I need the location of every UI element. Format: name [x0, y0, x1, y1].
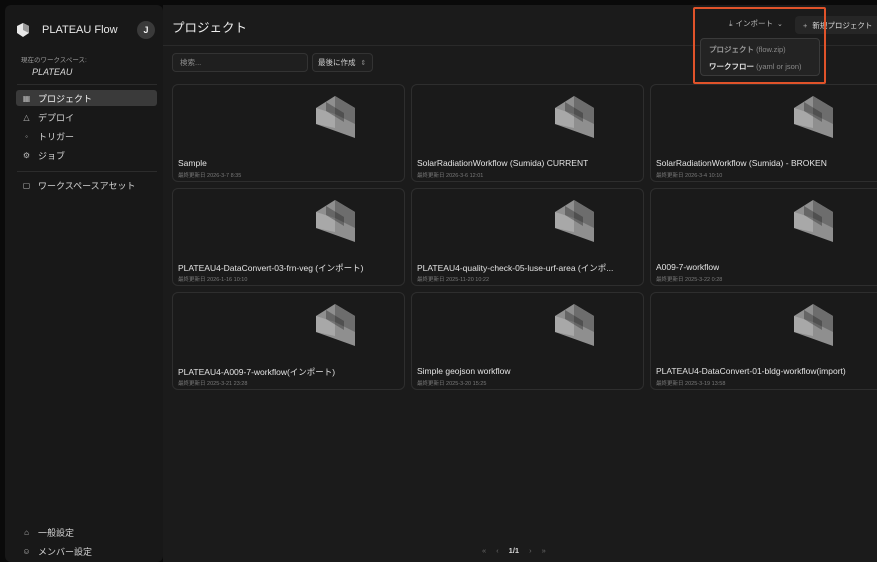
settings-icon: ⌂	[24, 527, 29, 537]
project-name: PLATEAU4-DataConvert-01-bldg-workflow(im…	[656, 366, 846, 376]
project-name: SolarRadiationWorkflow (Sumida) CURRENT	[417, 158, 589, 168]
workspace-label: 現在のワークスペース:	[21, 57, 87, 64]
page-title: プロジェクト	[172, 21, 248, 35]
project-thumbnail-icon	[316, 200, 355, 242]
project-updated: 最終更新日 2025-3-22 0:28	[656, 277, 723, 283]
project-name: PLATEAU4-DataConvert-03-frn-veg (インポート)	[178, 263, 364, 273]
project-updated: 最終更新日 2025-3-20 15:25	[417, 381, 487, 387]
sidebar-item-deploy[interactable]: △ デプロイ	[16, 109, 157, 125]
sidebar-item-jobs[interactable]: ⚙ ジョブ	[16, 147, 157, 163]
sidebar: PLATEAU Flow J 現在のワークスペース: PLATEAU ▦ プロジ…	[5, 5, 163, 562]
sidebar-item-general-settings[interactable]: ⌂ 一般設定	[16, 524, 157, 540]
project-name: Simple geojson workflow	[417, 366, 511, 376]
project-card[interactable]: Sample 最終更新日 2026-3-7 8:35	[172, 84, 405, 182]
pagination: « ‹ 1/1 › »	[477, 543, 551, 557]
first-page-button[interactable]: «	[482, 546, 486, 555]
project-thumbnail-icon	[555, 96, 594, 138]
project-thumbnail-icon	[316, 304, 355, 346]
page-indicator: 1/1	[508, 545, 520, 555]
file-icon: ▢	[22, 180, 31, 190]
project-card[interactable]: SolarRadiationWorkflow (Sumida) CURRENT 最…	[411, 84, 644, 182]
plateau-logo-icon	[17, 23, 29, 37]
sidebar-item-workspace-assets[interactable]: ▢ ワークスペースアセット	[16, 177, 157, 193]
deploy-icon: △	[23, 112, 30, 122]
project-thumbnail-icon	[794, 304, 833, 346]
chevron-updown-icon: ⇕	[360, 59, 367, 67]
project-thumbnail-icon	[316, 96, 355, 138]
project-name: Sample	[178, 158, 207, 168]
project-thumbnail-icon	[794, 200, 833, 242]
sort-value: 最後に作成	[318, 58, 356, 67]
project-name: SolarRadiationWorkflow (Sumida) - BROKEN	[656, 158, 827, 168]
project-updated: 最終更新日 2026-3-7 8:35	[178, 173, 242, 179]
project-updated: 最終更新日 2025-11-20 10:22	[417, 277, 490, 283]
jobs-icon: ⚙	[22, 150, 31, 160]
sidebar-item-label: プロジェクト	[38, 93, 93, 104]
project-card[interactable]: SolarRadiationWorkflow (Sumida) - BROKEN…	[650, 84, 877, 182]
sidebar-item-label: メンバー設定	[38, 546, 93, 557]
avatar[interactable]: J	[137, 21, 155, 39]
divider	[17, 84, 157, 85]
project-updated: 最終更新日 2025-3-21 23:28	[178, 381, 248, 387]
brand[interactable]: PLATEAU Flow	[15, 18, 118, 42]
sidebar-item-projects[interactable]: ▦ プロジェクト	[16, 90, 157, 106]
members-icon: ☺	[22, 546, 31, 556]
search-input[interactable]: 検索...	[172, 53, 308, 72]
sort-select[interactable]: 最後に作成 ⇕	[312, 53, 373, 72]
sidebar-item-triggers[interactable]: ◦ トリガー	[16, 128, 157, 144]
project-card[interactable]: PLATEAU4-quality-check-05-luse-urf-area …	[411, 188, 644, 286]
grid-icon: ▦	[22, 93, 31, 103]
project-updated: 最終更新日 2026-1-16 10:10	[178, 277, 248, 283]
project-card[interactable]: PLATEAU4-DataConvert-01-bldg-workflow(im…	[650, 292, 877, 390]
project-card[interactable]: PLATEAU4-A009-7-workflow(インポート) 最終更新日 202…	[172, 292, 405, 390]
project-updated: 最終更新日 2026-3-4 10:10	[656, 173, 723, 179]
brand-name: PLATEAU Flow	[42, 24, 118, 36]
sidebar-item-label: 一般設定	[38, 527, 75, 538]
project-card[interactable]: PLATEAU4-DataConvert-03-frn-veg (インポート) 最…	[172, 188, 405, 286]
project-updated: 最終更新日 2025-3-19 13:58	[656, 381, 726, 387]
sidebar-item-label: デプロイ	[38, 112, 75, 123]
project-card[interactable]: Simple geojson workflow 最終更新日 2025-3-20 1…	[411, 292, 644, 390]
last-page-button[interactable]: »	[542, 546, 546, 555]
sidebar-item-label: トリガー	[38, 131, 75, 142]
project-thumbnail-icon	[794, 96, 833, 138]
workspace-name[interactable]: PLATEAU	[32, 67, 72, 77]
sidebar-item-label: ジョブ	[38, 150, 66, 161]
project-name: PLATEAU4-quality-check-05-luse-urf-area …	[417, 263, 614, 273]
project-updated: 最終更新日 2026-3-6 12:01	[417, 173, 484, 179]
annotation-highlight-box	[693, 7, 826, 84]
project-name: A009-7-workflow	[656, 262, 720, 272]
project-thumbnail-icon	[555, 304, 594, 346]
sidebar-item-label: ワークスペースアセット	[38, 180, 136, 191]
trigger-icon: ◦	[25, 131, 28, 141]
divider	[17, 171, 157, 172]
sidebar-item-member-settings[interactable]: ☺ メンバー設定	[16, 543, 157, 559]
next-page-button[interactable]: ›	[529, 546, 532, 555]
project-thumbnail-icon	[555, 200, 594, 242]
project-card[interactable]: A009-7-workflow 最終更新日 2025-3-22 0:28	[650, 188, 877, 286]
project-name: PLATEAU4-A009-7-workflow(インポート)	[178, 367, 336, 377]
prev-page-button[interactable]: ‹	[496, 546, 499, 555]
